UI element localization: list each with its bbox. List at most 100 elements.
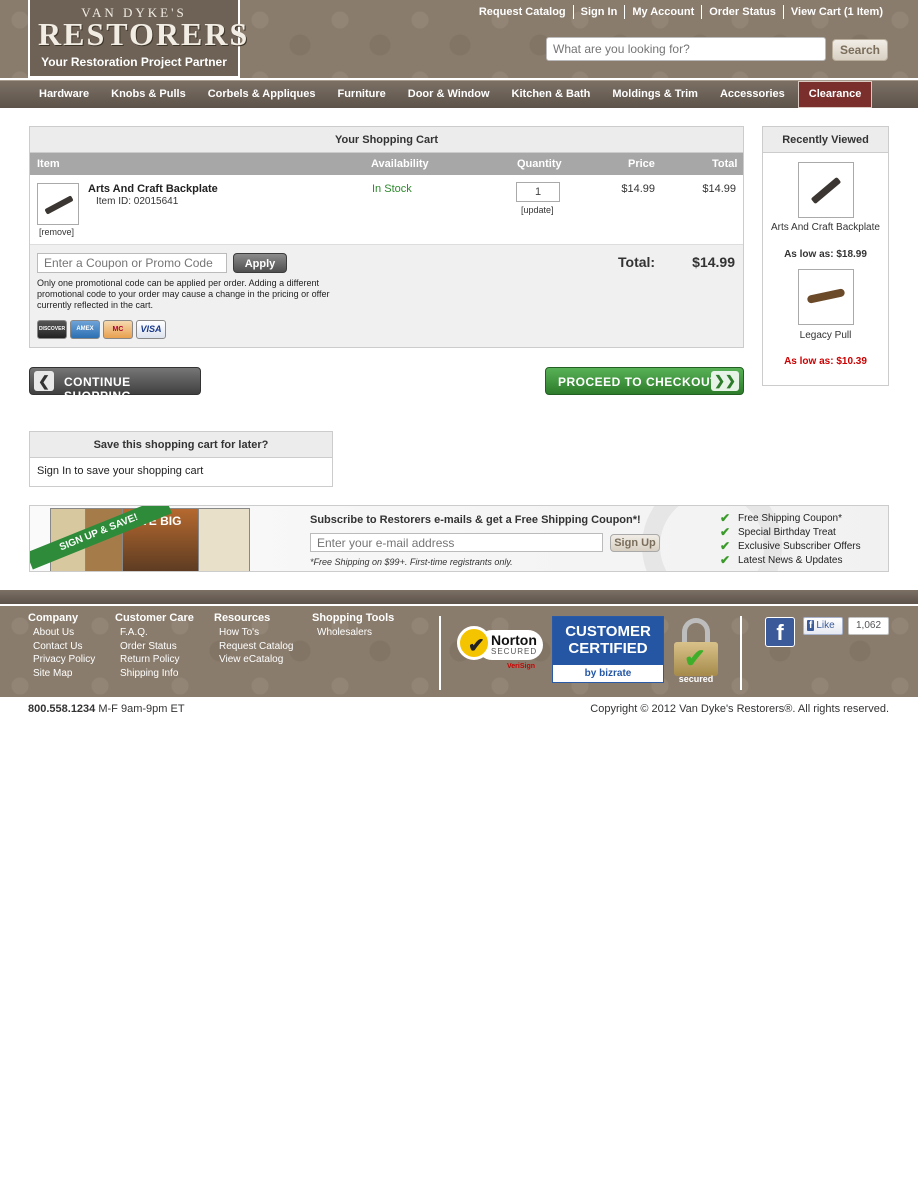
link-sign-in[interactable]: Sign In (572, 5, 625, 19)
secured-label: secured (678, 674, 714, 684)
amex-card-icon: AMEX (70, 320, 100, 339)
footer-link-request-catalog[interactable]: Request Catalog (214, 640, 294, 654)
search-input[interactable] (546, 37, 826, 61)
visa-card-icon: VISA (136, 320, 166, 339)
email-input[interactable] (310, 533, 603, 552)
bizrate-by: by bizrate (584, 668, 632, 679)
recently-viewed: Recently Viewed Arts And Craft Backplate… (762, 126, 889, 386)
footer-heading: Resources (214, 612, 271, 624)
nav-furniture[interactable]: Furniture (326, 81, 396, 108)
continue-label: CONTINUE SHOPPING (64, 375, 132, 403)
facebook-icon[interactable]: f (765, 617, 795, 647)
promo-note: Only one promotional code can be applied… (37, 278, 330, 310)
footer-divider (0, 590, 918, 604)
backplate-image (44, 195, 74, 215)
footer-col-company: Company About Us Contact Us Privacy Poli… (28, 612, 95, 680)
footer-link-view-ecatalog[interactable]: View eCatalog (214, 653, 294, 667)
footer-link-site-map[interactable]: Site Map (28, 667, 95, 681)
norton-secured-text: SECURED (491, 647, 538, 656)
link-order-status[interactable]: Order Status (701, 5, 783, 19)
benefit-label: Free Shipping Coupon* (738, 512, 842, 524)
nav-door-window[interactable]: Door & Window (397, 81, 501, 108)
recent-item-name-1[interactable]: Arts And Craft Backplate (763, 222, 888, 233)
footer-col-shopping-tools: Shopping Tools Wholesalers (312, 612, 394, 640)
cart-header-row: Item Availability Quantity Price Total (30, 153, 743, 175)
subscribe-banner: SAVE BIG SIGN UP & SAVE! Subscribe to Re… (29, 505, 889, 572)
check-icon: ✔ (720, 511, 731, 525)
check-icon: ✔ (720, 539, 731, 553)
footer-link-return-policy[interactable]: Return Policy (115, 653, 194, 667)
facebook-f-icon: f (807, 620, 815, 631)
bizrate-badge[interactable]: CUSTOMER CERTIFIED by bizrate (552, 616, 664, 683)
site-footer: Company About Us Contact Us Privacy Poli… (0, 606, 918, 697)
norton-name: Norton (491, 632, 537, 648)
footer-link-wholesalers[interactable]: Wholesalers (312, 626, 394, 640)
benefit-label: Exclusive Subscriber Offers (738, 540, 861, 552)
link-view-cart[interactable]: View Cart (1 Item) (782, 5, 890, 19)
subscribe-note: *Free Shipping on $99+. First-time regis… (310, 557, 513, 567)
cart-item-row: [remove] Arts And Craft Backplate Item I… (30, 175, 743, 245)
site-header: VAN DYKE'S RESTORERS Your Restoration Pr… (0, 0, 918, 78)
item-name-link[interactable]: Arts And Craft Backplate (88, 183, 218, 195)
quantity-input[interactable] (516, 182, 560, 202)
footer-link-order-status[interactable]: Order Status (115, 640, 194, 654)
nav-hardware[interactable]: Hardware (28, 81, 100, 108)
link-my-account[interactable]: My Account (624, 5, 701, 19)
footer-link-faq[interactable]: F.A.Q. (115, 626, 194, 640)
footer-heading: Customer Care (115, 612, 194, 624)
copyright: Copyright © 2012 Van Dyke's Restorers®. … (590, 703, 889, 715)
footer-link-how-tos[interactable]: How To's (214, 626, 294, 640)
link-request-catalog[interactable]: Request Catalog (472, 5, 573, 19)
discover-card-icon: DISCOVER (37, 320, 67, 339)
top-links: Request Catalog Sign In My Account Order… (472, 5, 890, 19)
shopping-cart: Your Shopping Cart Item Availability Qua… (29, 126, 744, 348)
subscribe-title: Subscribe to Restorers e-mails & get a F… (310, 514, 641, 526)
footer-link-privacy-policy[interactable]: Privacy Policy (28, 653, 95, 667)
nav-accessories[interactable]: Accessories (709, 81, 796, 108)
footer-link-about-us[interactable]: About Us (28, 626, 95, 640)
recent-item-price-2: As low as: $10.39 (784, 356, 867, 367)
phone-hours: M-F 9am-9pm ET (98, 703, 185, 715)
benefit-item: ✔ Special Birthday Treat (720, 525, 861, 539)
proceed-to-checkout-button[interactable]: PROCEED TO CHECKOUT ❯❯ (545, 367, 744, 395)
nav-moldings-trim[interactable]: Moldings & Trim (601, 81, 709, 108)
backplate-image (810, 176, 842, 205)
check-icon: ✔ (720, 525, 731, 539)
continue-shopping-button[interactable]: ❮ CONTINUE SHOPPING (29, 367, 201, 403)
nav-clearance[interactable]: Clearance (797, 81, 873, 108)
nav-knobs-pulls[interactable]: Knobs & Pulls (100, 81, 197, 108)
footer-link-shipping-info[interactable]: Shipping Info (115, 667, 194, 681)
recent-item-name-2[interactable]: Legacy Pull (763, 330, 888, 341)
col-availability: Availability (371, 158, 429, 170)
item-total: $14.99 (702, 183, 736, 195)
cart-total-value: $14.99 (692, 254, 735, 270)
mastercard-icon: MC (103, 320, 133, 339)
payment-cards: DISCOVER AMEX MC VISA (37, 320, 166, 339)
like-label: Like (816, 620, 835, 631)
remove-link[interactable]: [remove] (39, 227, 74, 237)
item-availability: In Stock (372, 183, 412, 195)
coupon-input[interactable] (37, 253, 227, 273)
site-logo[interactable]: VAN DYKE'S RESTORERS Your Restoration Pr… (28, 0, 247, 78)
norton-secured-badge[interactable]: ✔ Norton SECURED VeriSign (457, 626, 543, 674)
save-cart-signin-link[interactable]: Sign In to save your shopping cart (30, 458, 332, 484)
recent-item-thumbnail-2[interactable] (798, 269, 854, 325)
search-button[interactable]: Search (832, 39, 888, 61)
recent-item-thumbnail-1[interactable] (798, 162, 854, 218)
recently-viewed-title: Recently Viewed (763, 127, 888, 153)
col-total: Total (712, 158, 738, 170)
footer-col-resources: Resources How To's Request Catalog View … (214, 612, 294, 667)
facebook-like-button[interactable]: f Like (803, 617, 843, 635)
cart-total-label: Total: (618, 254, 656, 270)
phone-number: 800.558.1234 (28, 703, 96, 715)
item-thumbnail[interactable] (37, 183, 79, 225)
nav-kitchen-bath[interactable]: Kitchen & Bath (501, 81, 602, 108)
update-link[interactable]: [update] (521, 205, 554, 215)
check-icon: ✔ (720, 553, 731, 567)
nav-corbels-appliques[interactable]: Corbels & Appliques (197, 81, 327, 108)
main-nav: Hardware Knobs & Pulls Corbels & Appliqu… (0, 80, 918, 108)
benefit-label: Latest News & Updates (738, 554, 843, 566)
sign-up-button[interactable]: Sign Up (610, 534, 660, 552)
apply-coupon-button[interactable]: Apply (233, 253, 287, 273)
footer-link-contact-us[interactable]: Contact Us (28, 640, 95, 654)
